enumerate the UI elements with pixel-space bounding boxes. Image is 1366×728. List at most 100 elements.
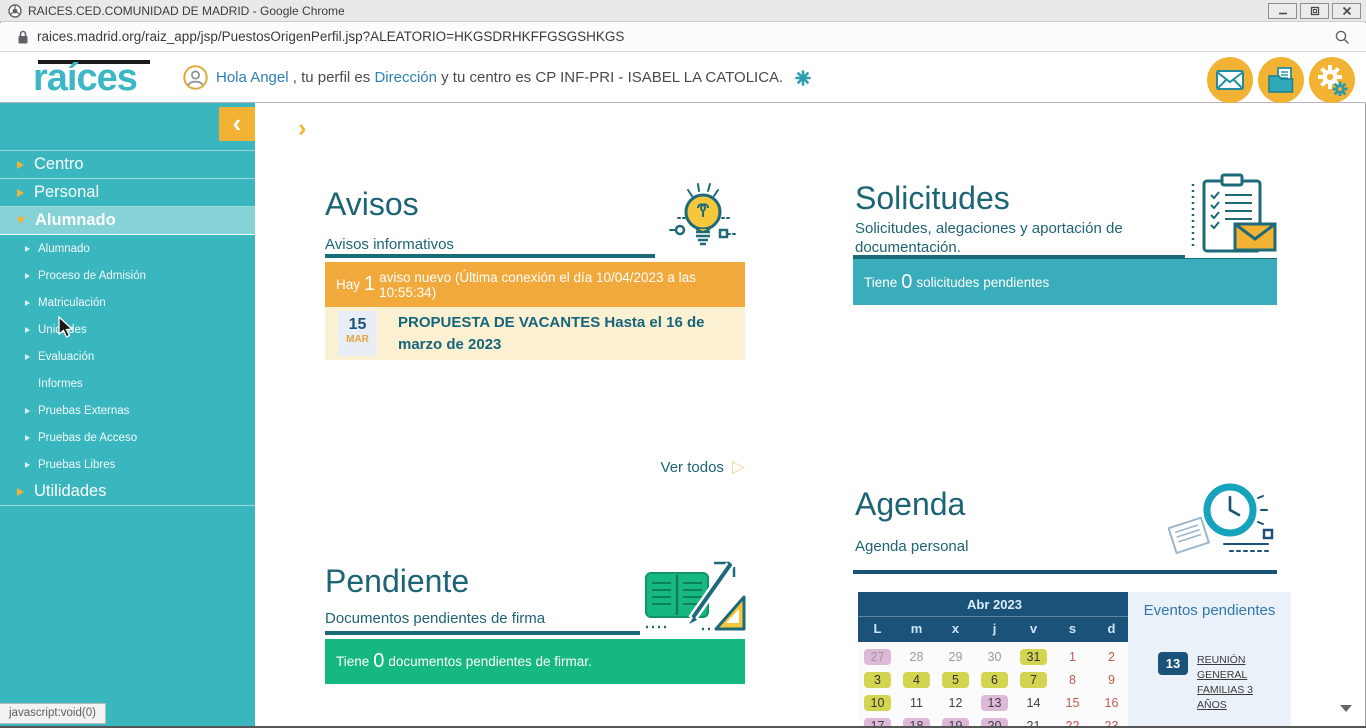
arrow-right-icon	[17, 487, 24, 496]
sidebar-item-evaluacion[interactable]: Evaluación	[0, 343, 255, 370]
sidebar-item-proceso-de-admision[interactable]: Proceso de Admisión	[0, 262, 255, 289]
solicitudes-count: 0	[901, 270, 913, 293]
sidebar-item-utilidades[interactable]: Utilidades	[0, 478, 255, 506]
calendar-day-9[interactable]: 9	[1092, 669, 1131, 691]
calendar-day-label: 29	[948, 650, 963, 664]
greeting-text-1: , tu perfil es	[288, 69, 375, 86]
ver-todos-arrow-icon: ▷	[731, 457, 745, 476]
app-logo[interactable]: raíces	[33, 57, 138, 100]
minimize-button[interactable]	[1268, 3, 1297, 19]
event-title-link[interactable]: PROPUESTA DE VACANTES Hasta el 16 de mar…	[398, 312, 738, 356]
calendar-day-label: 30	[987, 650, 1002, 664]
arrow-down-icon	[17, 217, 25, 224]
arrow-right-icon	[25, 407, 30, 414]
calendar-day-8[interactable]: 8	[1053, 669, 1092, 691]
sidebar-item-pruebas-libres[interactable]: Pruebas Libres	[0, 451, 255, 478]
events-panel: Eventos pendientes 13 REUNIÓN GENERAL FA…	[1128, 592, 1291, 728]
chrome-icon	[8, 4, 22, 23]
mail-button[interactable]	[1207, 57, 1253, 103]
greeting-user-link[interactable]: Hola Angel	[216, 69, 289, 86]
scroll-down-icon[interactable]	[1340, 705, 1352, 712]
ver-todos-label[interactable]: Ver todos	[661, 459, 724, 476]
solicitudes-title: Solicitudes	[855, 180, 1010, 216]
avatar-icon	[183, 65, 208, 90]
sidebar-item-pruebas-externas[interactable]: Pruebas Externas	[0, 397, 255, 424]
calendar-row: 10 11 12 13 14 15 16	[858, 692, 1131, 714]
close-button[interactable]	[1332, 3, 1361, 19]
calendar-day-16[interactable]: 16	[1092, 692, 1131, 714]
solicitudes-banner-detail: solicitudes pendientes	[916, 274, 1050, 290]
calendar-day-15[interactable]: 15	[1053, 692, 1092, 714]
calendar-day-5[interactable]: 5	[936, 669, 975, 691]
sidebar-menu: Centro Personal Alumnado Alumnado Proceso de…	[0, 150, 255, 506]
sidebar-item-alumnado[interactable]: Alumnado	[0, 207, 255, 235]
calendar-day-27[interactable]: 27	[858, 646, 897, 668]
arrow-right-icon	[17, 188, 24, 197]
arrow-right-icon	[25, 245, 30, 252]
avisos-banner-text: Hay	[336, 277, 361, 292]
calendar-day-10[interactable]: 10	[858, 692, 897, 714]
sidebar-item-personal[interactable]: Personal	[0, 179, 255, 207]
weekday-label: L	[873, 621, 882, 636]
avisos-banner-detail: aviso nuevo (Última conexión el día 10/0…	[379, 269, 696, 300]
zoom-icon[interactable]	[1335, 30, 1350, 50]
greeting-center-name: CP INF-PRI - ISABEL LA CATOLICA.	[535, 69, 788, 86]
calendar-day-6[interactable]: 6	[975, 669, 1014, 691]
sidebar-item-label: Matriculación	[38, 296, 106, 309]
arrow-right-icon	[25, 272, 30, 279]
calendar-day-3[interactable]: 3	[858, 669, 897, 691]
calendar-day-4[interactable]: 4	[897, 669, 936, 691]
calendar-day-30[interactable]: 30	[975, 646, 1014, 668]
calendar-day-31[interactable]: 31	[1014, 646, 1053, 668]
url-text[interactable]: raices.madrid.org/raiz_app/jsp/PuestosOr…	[37, 23, 624, 51]
calendar-month-label: Abr 2023	[858, 592, 1131, 617]
lock-icon[interactable]	[17, 30, 29, 50]
calendar-day-highlight: 7	[1020, 672, 1047, 688]
documents-button[interactable]	[1258, 57, 1304, 103]
calendar-day-7[interactable]: 7	[1014, 669, 1053, 691]
ver-todos-link[interactable]: Ver todos ▷	[640, 457, 745, 477]
breadcrumb-chevron-icon[interactable]: ›	[298, 114, 306, 143]
calendar-day-11[interactable]: 11	[897, 692, 936, 714]
window-title: RAICES.CED.COMUNIDAD DE MADRID - Google …	[28, 4, 345, 18]
sidebar-item-label: Personal	[34, 183, 100, 201]
settings-button[interactable]	[1309, 57, 1355, 103]
address-bar[interactable]: raices.madrid.org/raiz_app/jsp/PuestosOr…	[0, 23, 1366, 52]
arrow-right-icon	[25, 353, 30, 360]
event-link[interactable]: REUNIÓN GENERAL FAMILIAS 3 AÑOS	[1197, 653, 1281, 713]
calendar-day-28[interactable]: 28	[897, 646, 936, 668]
pendiente-subtitle: Documentos pendientes de firma	[325, 610, 546, 627]
calendar-day-highlight: 31	[1020, 649, 1047, 665]
pendiente-banner-text: Tiene	[336, 654, 370, 669]
arrow-right-icon	[25, 299, 30, 306]
calendar-day-12[interactable]: 12	[936, 692, 975, 714]
sidebar-item-label: Pruebas Externas	[38, 404, 130, 417]
sidebar-item-informes[interactable]: Informes	[0, 370, 255, 397]
calendar-day-1[interactable]: 1	[1053, 646, 1092, 668]
calendar-day-13[interactable]: 13	[975, 692, 1014, 714]
pendiente-banner-detail: documentos pendientes de firmar.	[388, 654, 592, 669]
sidebar-item-matriculacion[interactable]: Matriculación	[0, 289, 255, 316]
arrow-right-icon	[25, 461, 30, 468]
restore-button[interactable]	[1300, 3, 1329, 19]
calendar-day-14[interactable]: 14	[1014, 692, 1053, 714]
event-month: MAR	[346, 334, 369, 345]
change-center-icon[interactable]	[795, 69, 812, 86]
greeting-profile-link[interactable]: Dirección	[374, 69, 437, 86]
event-day: 15	[348, 316, 367, 333]
clock-paper-icon	[1167, 478, 1276, 571]
sidebar-item-unidades[interactable]: Unidades	[0, 316, 255, 343]
sidebar-item-centro[interactable]: Centro	[0, 151, 255, 179]
sidebar-item-pruebas-de-acceso[interactable]: Pruebas de Acceso	[0, 424, 255, 451]
calendar-day-29[interactable]: 29	[936, 646, 975, 668]
calendar-day-highlight: 3	[864, 672, 891, 688]
agenda-title: Agenda	[855, 486, 966, 522]
weekday-label: m	[910, 621, 923, 636]
app-header: raíces Hola Angel , tu perfil es Direcci…	[0, 52, 1366, 103]
sidebar-item-alumnado[interactable]: Alumnado	[0, 235, 255, 262]
weekday-label: x	[951, 621, 960, 636]
avisos-event-row[interactable]: 15 MAR PROPUESTA DE VACANTES Hasta el 16…	[325, 307, 745, 360]
calendar-day-2[interactable]: 2	[1092, 646, 1131, 668]
collapse-sidebar-button[interactable]: ‹	[219, 107, 255, 141]
calendar-day-label: 8	[1069, 673, 1076, 687]
